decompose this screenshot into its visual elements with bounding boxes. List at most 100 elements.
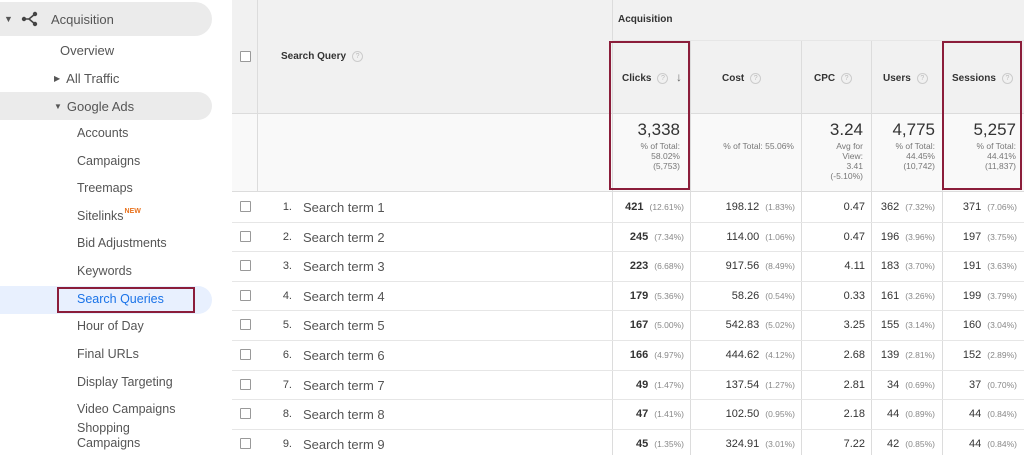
nav-sitelinks[interactable]: Sitelinks NEW bbox=[77, 205, 141, 227]
column-header-cost[interactable]: Cost? bbox=[722, 73, 762, 84]
total-users-line3: (10,742) bbox=[903, 161, 935, 171]
nav-treemaps[interactable]: Treemaps bbox=[77, 177, 133, 199]
row-number: 3. bbox=[282, 260, 292, 273]
help-circle-icon[interactable]: ? bbox=[841, 73, 853, 84]
row-checkbox[interactable] bbox=[240, 201, 251, 212]
row-checkbox[interactable] bbox=[240, 349, 251, 360]
divider bbox=[257, 0, 258, 192]
clicks-value: 421 bbox=[625, 201, 644, 213]
search-term-link[interactable]: Search term 4 bbox=[303, 289, 385, 304]
help-circle-icon[interactable]: ? bbox=[750, 73, 762, 84]
cell-sessions: 44 (0.84%) bbox=[942, 408, 1017, 420]
cell-clicks: 245 (7.34%) bbox=[612, 231, 684, 243]
sessions-percent: (3.75%) bbox=[987, 231, 1017, 242]
nav-hour-of-day[interactable]: Hour of Day bbox=[77, 315, 144, 337]
column-header-users[interactable]: Users? bbox=[883, 73, 928, 84]
search-term-link[interactable]: Search term 5 bbox=[303, 318, 385, 333]
nav-overview[interactable]: Overview bbox=[60, 38, 114, 62]
cell-sessions: 371 (7.06%) bbox=[942, 201, 1017, 213]
table-row: 1. Search term 1 421 (12.61%) 198.12 (1.83%) 0… bbox=[232, 192, 1024, 222]
cost-value: 114.00 bbox=[726, 230, 760, 243]
users-value: 155 bbox=[880, 319, 900, 332]
clicks-value: 49 bbox=[635, 378, 649, 391]
row-checkbox[interactable] bbox=[240, 408, 251, 420]
search-term-link[interactable]: Search term 3 bbox=[303, 259, 385, 274]
search-term-link[interactable]: Search term 7 bbox=[303, 378, 385, 393]
row-number: 5. bbox=[282, 319, 292, 332]
cell-cost: 198.12 (1.83%) bbox=[690, 201, 795, 213]
row-checkbox[interactable] bbox=[240, 230, 251, 242]
search-term-link[interactable]: Search term 1 bbox=[303, 200, 385, 215]
cell-cpc: 0.47 bbox=[801, 231, 865, 243]
report-table: Search Query? Acquisition Clicks? ↓ Cost… bbox=[232, 0, 1024, 455]
users-value: 44 bbox=[886, 408, 900, 421]
table-row: 2. Search term 2 245 (7.34%) 114.00 (1.06%) 0.… bbox=[232, 222, 1024, 252]
search-term-link[interactable]: Search term 9 bbox=[303, 437, 385, 452]
total-users-detail: % of Total: 44.45% (10,742) bbox=[871, 141, 935, 171]
total-users-line2: 44.45% bbox=[906, 151, 935, 161]
users-value: 139 bbox=[880, 349, 900, 361]
table-row: 5. Search term 5 167 (5.00%) 542.83 (5.02%) 3.… bbox=[232, 310, 1024, 340]
cell-clicks: 421 (12.61%) bbox=[612, 201, 684, 213]
cpc-value: 0.47 bbox=[843, 201, 865, 213]
nav-display-targeting[interactable]: Display Targeting bbox=[77, 371, 173, 393]
cell-users: 362 (7.32%) bbox=[871, 201, 935, 213]
nav-acquisition[interactable]: ▼ Acquisition bbox=[0, 2, 212, 36]
highlight-box-search-queries bbox=[57, 287, 195, 313]
row-checkbox[interactable] bbox=[240, 378, 251, 390]
row-checkbox[interactable] bbox=[240, 319, 251, 331]
cell-cost: 542.83 (5.02%) bbox=[690, 319, 795, 331]
nav-bid-adjustments[interactable]: Bid Adjustments bbox=[77, 232, 167, 254]
column-header-search-query[interactable]: Search Query? bbox=[281, 51, 364, 62]
cost-percent: (5.02%) bbox=[765, 320, 795, 331]
sessions-value: 152 bbox=[962, 349, 982, 361]
caret-down-icon: ▼ bbox=[54, 101, 62, 111]
search-term-link[interactable]: Search term 8 bbox=[303, 407, 385, 422]
cell-sessions: 44 (0.84%) bbox=[942, 438, 1017, 450]
users-percent: (0.89%) bbox=[905, 409, 935, 420]
cell-cost: 324.91 (3.01%) bbox=[690, 438, 795, 450]
search-term-link[interactable]: Search term 2 bbox=[303, 230, 385, 245]
column-header-cpc[interactable]: CPC? bbox=[814, 73, 853, 85]
cost-percent: (8.49%) bbox=[765, 261, 795, 272]
sessions-percent: (3.79%) bbox=[987, 290, 1017, 301]
row-checkbox[interactable] bbox=[240, 260, 251, 272]
clicks-value: 166 bbox=[629, 349, 649, 361]
cell-cost: 114.00 (1.06%) bbox=[690, 231, 795, 243]
cell-users: 34 (0.69%) bbox=[871, 379, 935, 391]
cell-sessions: 191 (3.63%) bbox=[942, 260, 1017, 272]
help-circle-icon[interactable]: ? bbox=[352, 51, 364, 62]
sessions-value: 44 bbox=[968, 408, 982, 421]
clicks-percent: (1.47%) bbox=[654, 379, 684, 390]
nav-google-ads[interactable]: ▼ Google Ads bbox=[0, 92, 212, 120]
cost-value: 137.54 bbox=[725, 378, 760, 391]
total-cpc-value: 3.24 bbox=[829, 120, 863, 139]
sessions-percent: (3.04%) bbox=[987, 320, 1017, 331]
clicks-percent: (5.00%) bbox=[654, 320, 684, 331]
cost-percent: (0.95%) bbox=[765, 409, 795, 420]
users-value: 42 bbox=[886, 437, 900, 450]
sessions-value: 37 bbox=[968, 378, 982, 391]
row-checkbox[interactable] bbox=[240, 289, 251, 301]
search-term-link[interactable]: Search term 6 bbox=[303, 348, 385, 363]
row-number: 7. bbox=[282, 378, 292, 391]
select-all-checkbox[interactable] bbox=[240, 51, 251, 62]
cell-users: 155 (3.14%) bbox=[871, 319, 935, 331]
nav-all-traffic[interactable]: ▶ All Traffic bbox=[54, 66, 119, 90]
nav-accounts[interactable]: Accounts bbox=[77, 122, 128, 144]
total-cost-detail: % of Total: 55.06% bbox=[723, 141, 794, 151]
sessions-value: 44 bbox=[968, 437, 982, 450]
cpc-value: 7.22 bbox=[843, 437, 865, 450]
nav-shopping-campaigns[interactable]: Shopping Campaigns bbox=[77, 421, 187, 451]
column-header-cpc-label: CPC bbox=[814, 73, 836, 85]
cell-cpc: 2.68 bbox=[801, 349, 865, 361]
help-circle-icon[interactable]: ? bbox=[916, 73, 928, 84]
row-checkbox[interactable] bbox=[240, 437, 251, 449]
nav-final-urls[interactable]: Final URLs bbox=[77, 343, 139, 365]
nav-video-campaigns[interactable]: Video Campaigns bbox=[77, 398, 175, 420]
nav-all-traffic-label: All Traffic bbox=[66, 70, 120, 86]
clicks-percent: (7.34%) bbox=[654, 231, 684, 242]
nav-keywords[interactable]: Keywords bbox=[77, 260, 132, 282]
nav-campaigns[interactable]: Campaigns bbox=[77, 150, 140, 172]
sessions-value: 191 bbox=[962, 260, 982, 273]
